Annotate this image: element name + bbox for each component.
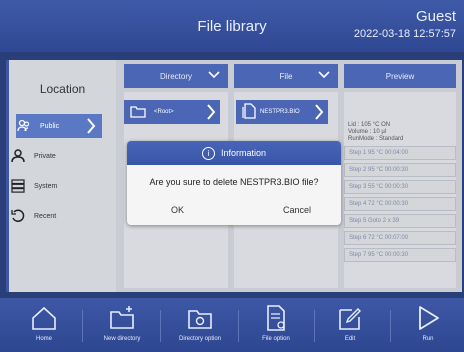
top-bar: File library Guest 2022-03-18 12:57:57 (0, 0, 464, 52)
sidebar-item-public[interactable]: Public (16, 114, 102, 138)
preview-header: Preview (344, 64, 456, 88)
home-icon (32, 306, 56, 330)
home-button[interactable]: Home (12, 304, 76, 350)
list-item: Step 6 72 °C 00:07:00 (344, 231, 456, 245)
sidebar-item-label: Public (40, 122, 60, 130)
run-label: Run (422, 336, 434, 342)
cancel-button[interactable]: Cancel (283, 205, 311, 215)
list-item: Step 3 55 °C 00:00:30 (344, 180, 456, 194)
file-label: File (279, 71, 293, 81)
sidebar-item-label: Private (34, 152, 56, 160)
list-item: Step 1 95 °C 00:04:00 (344, 146, 456, 160)
directory-option-label: Directory option (178, 336, 222, 342)
chevron-right-icon (206, 103, 216, 123)
location-title: Location (39, 82, 86, 96)
directory-path: <Root> (154, 109, 174, 115)
bottom-toolbar: Home New directory Directory option File… (0, 298, 464, 352)
directory-dropdown[interactable]: Directory (124, 64, 228, 88)
list-item: Step 5 Goto 2 x 39 (344, 214, 456, 228)
preview-info: Lid : 105 °C ON Volume : 10 µl RunMode :… (348, 122, 452, 143)
run-button[interactable]: Run (396, 304, 460, 350)
dialog-header: i Information (127, 141, 341, 165)
user-icon (10, 148, 26, 164)
file-icon (242, 103, 256, 121)
file-settings-icon (267, 305, 285, 331)
ok-button[interactable]: OK (171, 205, 184, 215)
datetime: 2022-03-18 12:57:57 (353, 28, 456, 40)
folder-icon (130, 104, 146, 120)
divider (238, 310, 239, 342)
play-icon (419, 306, 439, 330)
preview-label: Preview (385, 71, 415, 81)
new-directory-label: New directory (103, 336, 141, 342)
user-label[interactable]: Guest (416, 8, 456, 25)
home-label: Home (35, 336, 52, 342)
volume-info: Volume : 10 µl (348, 129, 387, 135)
divider (314, 310, 315, 342)
file-option-label: File option (262, 336, 290, 342)
list-item: Step 2 95 °C 00:00:30 (344, 163, 456, 177)
edit-button[interactable]: Edit (318, 304, 382, 350)
divider (390, 310, 391, 342)
new-directory-button[interactable]: New directory (90, 304, 154, 350)
sidebar-item-private[interactable]: Private (10, 144, 102, 168)
dialog-message: Are you sure to delete NESTPR3.BIO file? (149, 177, 319, 187)
edit-icon (339, 308, 361, 330)
sidebar-item-label: Recent (34, 212, 57, 220)
list-item: Step 4 72 °C 00:00:30 (344, 197, 456, 211)
group-icon (16, 118, 32, 134)
lid-info: Lid : 105 °C ON (348, 122, 391, 128)
runmode-info: RunMode : Standard (348, 136, 404, 142)
info-icon: i (201, 146, 215, 160)
sidebar-item-label: System (34, 182, 58, 190)
chevron-down-icon (318, 69, 330, 83)
chevron-down-icon (208, 69, 220, 83)
sidebar-item-recent[interactable]: Recent (10, 204, 102, 228)
file-option-button[interactable]: File option (244, 304, 308, 350)
file-path-button[interactable]: NESTPR3.BIO (236, 100, 328, 124)
sidebar-item-system[interactable]: System (10, 174, 102, 198)
new-folder-icon (110, 306, 134, 329)
server-icon (10, 178, 26, 194)
folder-settings-icon (188, 310, 212, 329)
history-icon (10, 208, 26, 224)
directory-path-button[interactable]: <Root> (124, 100, 220, 124)
directory-option-button[interactable]: Directory option (168, 304, 232, 350)
chevron-right-icon (86, 117, 96, 137)
confirm-dialog: i Information Are you sure to delete NES… (127, 141, 341, 225)
divider (82, 310, 83, 342)
file-path: NESTPR3.BIO (260, 109, 300, 115)
divider (160, 310, 161, 342)
directory-label: Directory (159, 71, 192, 81)
list-item: Step 7 95 °C 00:00:30 (344, 248, 456, 262)
file-dropdown[interactable]: File (234, 64, 338, 88)
chevron-right-icon (314, 103, 324, 123)
dialog-title: Information (220, 148, 267, 158)
edit-label: Edit (344, 336, 356, 342)
